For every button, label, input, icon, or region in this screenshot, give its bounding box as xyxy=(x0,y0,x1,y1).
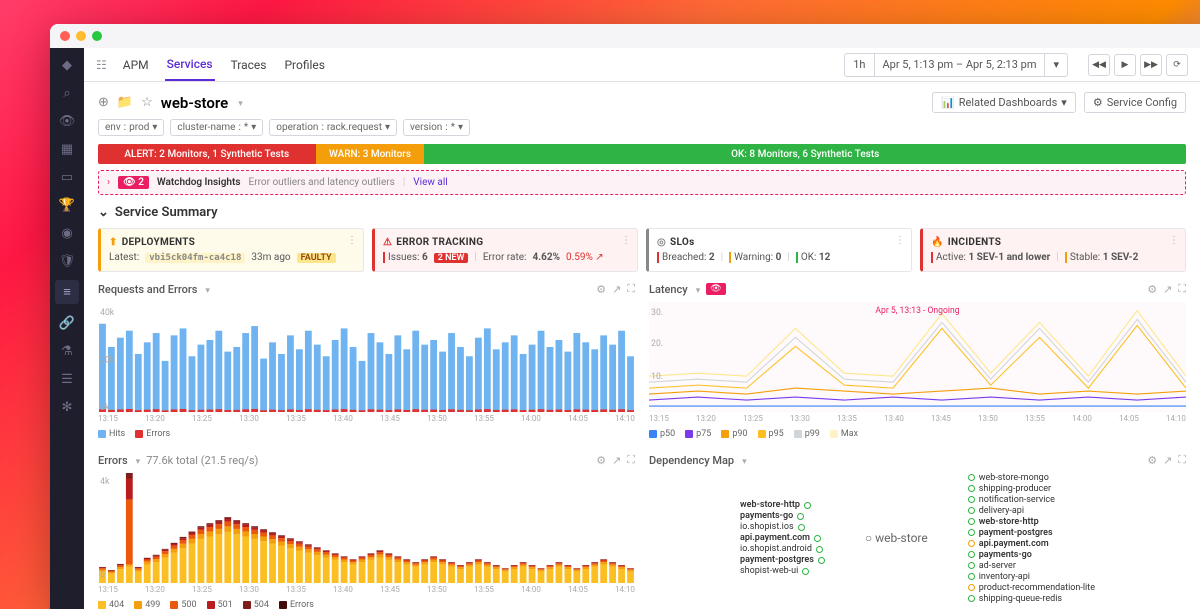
summary-title: ⌄Service Summary xyxy=(98,205,1186,220)
monitor-status-bar: ALERT: 2 Monitors, 1 Synthetic Tests WAR… xyxy=(98,144,1186,164)
export-icon[interactable]: ↗ xyxy=(1163,454,1172,467)
time-picker[interactable]: 1h Apr 5, 1:13 pm – Apr 5, 2:13 pm ▾ xyxy=(844,53,1068,77)
minimize-dot[interactable] xyxy=(76,31,86,41)
flask-icon[interactable]: ⚗ xyxy=(58,342,76,360)
binoculars-icon[interactable]: 👁 xyxy=(58,112,76,130)
watchdog-icon[interactable]: 👁 xyxy=(706,283,725,295)
card-menu-icon[interactable]: ⋮ xyxy=(621,235,631,246)
card-menu-icon[interactable]: ⋮ xyxy=(1169,235,1179,246)
service-dropdown[interactable] xyxy=(236,95,243,110)
status-warn[interactable]: WARN: 3 Monitors xyxy=(316,144,425,164)
top-nav: ☷ APM Services Traces Profiles 1h Apr 5,… xyxy=(84,48,1200,82)
service-name: web-store xyxy=(161,94,228,112)
status-alert[interactable]: ALERT: 2 Monitors, 1 Synthetic Tests xyxy=(98,144,316,164)
rum-icon[interactable]: ☰ xyxy=(58,370,76,388)
svg-text:40k: 40k xyxy=(100,308,115,318)
chart-options-icon[interactable]: ⚙ xyxy=(596,454,606,467)
filter-cluster[interactable]: cluster-name:* ▾ xyxy=(170,119,263,136)
nav-profiles[interactable]: Profiles xyxy=(282,50,327,80)
export-icon[interactable]: ↗ xyxy=(612,454,621,467)
fullscreen-icon[interactable]: ⛶ xyxy=(627,453,635,467)
fullscreen-icon[interactable]: ⛶ xyxy=(1178,453,1186,467)
infra-icon[interactable]: ▭ xyxy=(58,168,76,186)
chart-options-icon[interactable]: ⚙ xyxy=(1147,454,1157,467)
export-icon[interactable]: ↗ xyxy=(1163,283,1172,296)
logo-icon[interactable]: ◆ xyxy=(58,56,76,74)
filter-env[interactable]: env:prod ▾ xyxy=(98,119,164,136)
incidents-card[interactable]: 🔥INCIDENTS ⋮ Active: 1 SEV-1 and lower |… xyxy=(920,228,1186,272)
filter-version[interactable]: version:* ▾ xyxy=(403,119,470,136)
time-back-icon[interactable]: ◀◀ xyxy=(1088,54,1110,76)
status-ok[interactable]: OK: 8 Monitors, 6 Synthetic Tests xyxy=(424,144,1186,164)
chart-options-icon[interactable]: ⚙ xyxy=(1147,283,1157,296)
svg-text:0: 0 xyxy=(100,570,105,580)
search-icon[interactable]: ⌕ xyxy=(58,84,76,102)
nav-traces[interactable]: Traces xyxy=(229,50,269,80)
service-config-button[interactable]: ⚙ Service Config xyxy=(1084,92,1186,113)
fullscreen-icon[interactable]: ⛶ xyxy=(1178,282,1186,296)
error-tracking-card[interactable]: ⚠ERROR TRACKING ⋮ Issues: 6 2 NEW | Erro… xyxy=(372,228,638,272)
svg-text:0k: 0k xyxy=(100,403,110,412)
trophy-icon[interactable]: 🏆 xyxy=(58,196,76,214)
nav-services[interactable]: Services xyxy=(165,49,215,81)
watchdog-badge: 👁 2 xyxy=(118,176,149,189)
star-icon[interactable]: ☆ xyxy=(141,95,153,110)
related-dashboards-button[interactable]: 📊 Related Dashboards ▾ xyxy=(932,92,1076,113)
app-window: ◆ ⌕ 👁 ▦ ▭ 🏆 ◉ 🛡 ≡ 🔗 ⚗ ☰ ✻ ☷ APM Services… xyxy=(50,24,1200,609)
export-icon[interactable]: ↗ xyxy=(612,283,621,296)
bug-icon[interactable]: ✻ xyxy=(58,398,76,416)
dependency-map: Dependency Map⚙↗⛶ web-store-httppayments… xyxy=(649,453,1186,609)
time-fwd-icon[interactable]: ▶▶ xyxy=(1140,54,1162,76)
filter-operation[interactable]: operation:rack.request ▾ xyxy=(269,119,397,136)
requests-errors-chart: Requests and Errors⚙↗⛶ 40k20k0k 13:1513:… xyxy=(98,282,635,439)
security-icon[interactable]: 🛡 xyxy=(58,252,76,270)
titlebar xyxy=(50,24,1200,48)
time-refresh-icon[interactable]: ⟳ xyxy=(1166,54,1188,76)
slo-card[interactable]: ◎SLOs ⋮ Breached: 2 | Warning: 0 | OK: 1… xyxy=(646,228,912,272)
svg-text:20.: 20. xyxy=(651,339,663,349)
dep-center-node[interactable]: ○ web-store xyxy=(865,531,928,545)
svg-text:4k: 4k xyxy=(100,477,110,487)
maximize-dot[interactable] xyxy=(92,31,102,41)
chart-options-icon[interactable]: ⚙ xyxy=(596,283,606,296)
svg-text:10.: 10. xyxy=(651,372,663,382)
filter-bar: env:prod ▾ cluster-name:* ▾ operation:ra… xyxy=(98,119,1186,144)
apm-icon[interactable]: ≡ xyxy=(55,280,79,304)
card-menu-icon[interactable]: ⋮ xyxy=(895,235,905,246)
left-sidebar: ◆ ⌕ 👁 ▦ ▭ 🏆 ◉ 🛡 ≡ 🔗 ⚗ ☰ ✻ xyxy=(50,48,84,609)
fullscreen-icon[interactable]: ⛶ xyxy=(627,282,635,296)
card-menu-icon[interactable]: ⋮ xyxy=(347,235,357,246)
watchdog-viewall-link[interactable]: View all xyxy=(413,177,447,188)
watchdog-banner: › 👁 2 Watchdog Insights Error outliers a… xyxy=(98,170,1186,195)
dashboard-icon[interactable]: ▦ xyxy=(58,140,76,158)
svg-text:30.: 30. xyxy=(651,308,663,318)
folder-icon: 📁 xyxy=(117,95,133,110)
deployments-card[interactable]: ⬆DEPLOYMENTS ⋮ Latest: vbi5ck04fm-ca4c18… xyxy=(98,228,364,272)
nav-apm[interactable]: APM xyxy=(121,50,151,80)
link-icon[interactable]: 🔗 xyxy=(58,314,76,332)
service-header: ⊕ 📁 ☆ web-store 📊 Related Dashboards ▾ ⚙… xyxy=(98,82,1186,119)
errors-chart: Errors77.6k total (21.5 req/s)⚙↗⛶ 4k0 13… xyxy=(98,453,635,609)
filter-icon[interactable]: ☷ xyxy=(96,58,107,72)
svg-text:Apr 5, 13:13 - Ongoing: Apr 5, 13:13 - Ongoing xyxy=(875,306,959,316)
monitor-icon[interactable]: ◉ xyxy=(58,224,76,242)
latency-chart: Latency👁⚙↗⛶ Apr 5, 13:13 - Ongoing30.20.… xyxy=(649,282,1186,439)
time-play-icon[interactable]: ▶ xyxy=(1114,54,1136,76)
close-dot[interactable] xyxy=(60,31,70,41)
svg-text:20k: 20k xyxy=(100,355,115,365)
globe-icon: ⊕ xyxy=(98,95,109,110)
